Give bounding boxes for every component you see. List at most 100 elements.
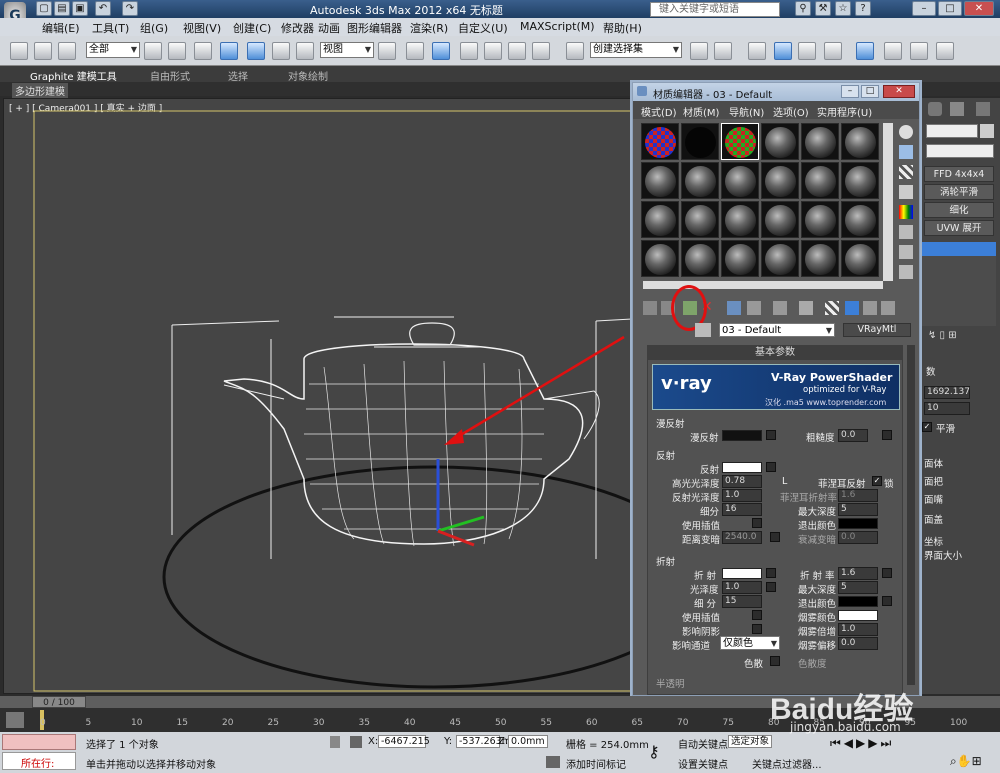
window-crossing-icon[interactable]	[220, 42, 238, 60]
ior-map-button[interactable]	[882, 568, 892, 578]
show-end-result-icon[interactable]	[845, 301, 859, 315]
unlink-icon[interactable]	[34, 42, 52, 60]
search-input[interactable]: 键入关键字或短语	[650, 2, 780, 17]
tab-object-paint[interactable]: 对象绘制	[288, 68, 328, 83]
roughness-spinner[interactable]: 0.0	[838, 429, 868, 442]
modifier-list-dropdown[interactable]	[926, 144, 994, 158]
sample-slot[interactable]	[761, 201, 799, 238]
redo-icon[interactable]: ↷	[122, 1, 138, 16]
time-tag-icon[interactable]	[546, 756, 560, 768]
select-manipulate-icon[interactable]	[406, 42, 424, 60]
sample-slot[interactable]	[721, 240, 759, 277]
snaps-toggle-icon[interactable]	[460, 42, 478, 60]
mat-minimize-button[interactable]: –	[841, 85, 859, 98]
refr-exit-checkbox[interactable]	[882, 596, 892, 606]
fog-color-swatch[interactable]	[838, 610, 878, 621]
material-name-field[interactable]: 03 - Default	[719, 323, 835, 338]
refl-gloss-spinner[interactable]: 1.0	[722, 489, 762, 502]
bind-spacewarp-icon[interactable]	[58, 42, 76, 60]
edit-named-sel-icon[interactable]	[566, 42, 584, 60]
sample-slot[interactable]	[841, 123, 879, 160]
tab-selection[interactable]: 选择	[228, 68, 248, 83]
affect-shadows-checkbox[interactable]	[752, 624, 762, 634]
segments-spinner[interactable]: 10	[924, 402, 970, 415]
reflect-map-button[interactable]	[766, 462, 776, 472]
render-production-icon[interactable]	[936, 42, 954, 60]
sample-slot[interactable]	[801, 162, 839, 199]
diffuse-color-swatch[interactable]	[722, 430, 762, 441]
open-file-icon[interactable]: ▤	[54, 1, 70, 16]
tab-freeform[interactable]: 自由形式	[150, 68, 190, 83]
basic-params-header[interactable]: 基本参数	[648, 346, 902, 360]
material-editor-window[interactable]: 材质编辑器 - 03 - Default – □ ✕ 模式(D) 材质(M) 导…	[632, 82, 920, 696]
sample-slot[interactable]	[841, 162, 879, 199]
rect-selection-icon[interactable]	[194, 42, 212, 60]
options-icon[interactable]	[899, 245, 913, 259]
mini-curve-editor-icon[interactable]	[6, 712, 24, 728]
fog-mult-spinner[interactable]: 1.0	[838, 623, 878, 636]
sample-slot[interactable]	[801, 123, 839, 160]
dim-falloff-spinner[interactable]: 0.0	[838, 531, 878, 544]
object-name-field[interactable]	[926, 124, 978, 138]
select-move-icon[interactable]	[247, 42, 265, 60]
modifier-turbosmooth-button[interactable]: 涡轮平滑	[924, 184, 994, 200]
sample-slot[interactable]	[721, 201, 759, 238]
select-scale-icon[interactable]	[296, 42, 314, 60]
percent-snap-icon[interactable]	[508, 42, 526, 60]
menu-animation[interactable]: 动画	[318, 20, 340, 36]
sample-slot[interactable]	[721, 123, 759, 160]
ref-coord-dropdown[interactable]: 视图	[320, 42, 374, 58]
z-coordinate-field[interactable]: 0.0mm	[508, 735, 548, 748]
mat-menu-navigation[interactable]: 导航(N)	[729, 104, 764, 119]
put-to-library-icon[interactable]	[773, 301, 787, 315]
tab-graphite[interactable]: Graphite 建模工具	[30, 68, 117, 83]
named-selection-dropdown[interactable]: 创建选择集	[590, 42, 682, 58]
menu-tools[interactable]: 工具(T)	[92, 20, 129, 36]
reflect-color-swatch[interactable]	[722, 462, 762, 473]
lock-selection-icon[interactable]	[330, 736, 340, 748]
auto-key-dropdown[interactable]: 选定对象	[728, 735, 772, 748]
hilight-lock-label[interactable]: L	[782, 476, 787, 487]
refl-exit-color-swatch[interactable]	[838, 518, 878, 529]
ior-spinner[interactable]: 1.6	[838, 567, 878, 580]
copy-material-icon[interactable]	[727, 301, 741, 315]
layer-manager-icon[interactable]	[748, 42, 766, 60]
menu-graph-editors[interactable]: 图形编辑器	[347, 20, 402, 36]
mat-menu-modes[interactable]: 模式(D)	[641, 104, 677, 119]
new-file-icon[interactable]: ▢	[36, 1, 52, 16]
menu-modifiers[interactable]: 修改器	[281, 20, 314, 36]
time-slider-thumb[interactable]: 0 / 100	[32, 696, 86, 708]
sample-slot[interactable]	[681, 201, 719, 238]
mode-indicator[interactable]: 所在行:	[2, 752, 76, 770]
sample-slot[interactable]	[681, 240, 719, 277]
render-setup-icon[interactable]	[884, 42, 902, 60]
absolute-mode-icon[interactable]	[350, 736, 362, 748]
mat-menu-options[interactable]: 选项(O)	[773, 104, 809, 119]
stack-tools-icons[interactable]: ↯ ▯ ⊞	[928, 330, 990, 342]
show-map-icon[interactable]	[825, 301, 839, 315]
mirror-icon[interactable]	[690, 42, 708, 60]
sample-slot[interactable]	[641, 123, 679, 160]
menu-maxscript[interactable]: MAXScript(M)	[520, 20, 595, 33]
align-icon[interactable]	[714, 42, 732, 60]
roughness-map-button[interactable]	[882, 430, 892, 440]
material-editor-icon[interactable]	[856, 42, 874, 60]
viewport-nav-icons[interactable]: ⌕✋⊞	[950, 754, 1000, 770]
sample-uv-icon[interactable]	[899, 185, 913, 199]
sample-slot[interactable]	[721, 162, 759, 199]
spinner-snap-icon[interactable]	[532, 42, 550, 60]
menu-views[interactable]: 视图(V)	[183, 20, 221, 36]
sample-slot[interactable]	[681, 123, 719, 160]
undo-icon[interactable]: ↶	[95, 1, 111, 16]
mat-close-button[interactable]: ✕	[883, 85, 915, 98]
dispersion-checkbox[interactable]	[770, 656, 780, 666]
make-preview-icon[interactable]	[899, 225, 913, 239]
playback-controls-icons[interactable]: ⏮◀▶▶⏭	[830, 736, 1000, 750]
sample-slot[interactable]	[681, 162, 719, 199]
auto-key-button[interactable]: 自动关键点	[678, 736, 728, 751]
refr-gloss-spinner[interactable]: 1.0	[722, 581, 762, 594]
menu-customize[interactable]: 自定义(U)	[458, 20, 508, 36]
rendered-frame-icon[interactable]	[910, 42, 928, 60]
fresnel-ior-spinner[interactable]: 1.6	[838, 489, 878, 502]
sample-slot[interactable]	[801, 201, 839, 238]
